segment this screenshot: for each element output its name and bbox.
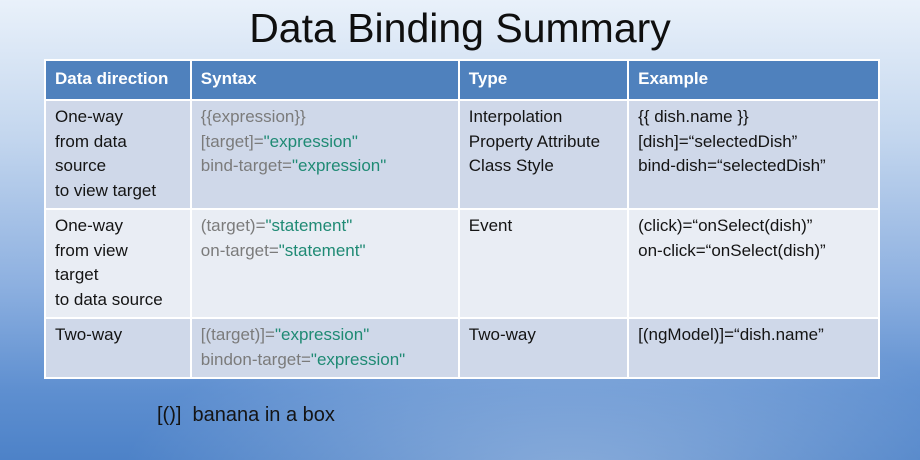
syntax-code: [(target)]=	[200, 325, 275, 344]
example-line: (click)=“onSelect(dish)”	[638, 216, 813, 235]
type-line: Property Attribute	[468, 131, 601, 151]
cell-example: [(ngModel)]=“dish.name”	[627, 317, 880, 379]
syntax-line: bindon-target="expression"	[201, 348, 449, 373]
table-row: One-way from data source to view target …	[44, 99, 880, 210]
direction-line: to data source	[55, 289, 163, 309]
syntax-code: bind-target=	[200, 156, 292, 175]
syntax-string: "expression"	[291, 156, 387, 175]
syntax-string: "statement"	[265, 216, 353, 235]
syntax-line: {{expression}}	[201, 105, 449, 130]
syntax-line: bind-target="expression"	[201, 154, 449, 179]
syntax-line: [target]="expression"	[201, 130, 449, 155]
example-line: [dish]=“selectedDish”	[638, 131, 798, 151]
type-line: Event	[468, 216, 513, 235]
cell-syntax: [(target)]="expression" bindon-target="e…	[189, 317, 460, 379]
example-line: bind-dish=“selectedDish”	[638, 156, 826, 175]
syntax-line: (target)="statement"	[201, 214, 449, 239]
cell-type: Two-way	[457, 317, 630, 379]
syntax-string: "expression"	[263, 131, 358, 151]
cell-direction: One-way from view target to data source	[44, 208, 192, 319]
header-data-direction: Data direction	[44, 59, 192, 101]
syntax-code: (target)=	[200, 216, 266, 235]
syntax-string: "expression"	[310, 349, 406, 369]
cell-syntax: {{expression}} [target]="expression" bin…	[189, 99, 460, 210]
direction-line: to view target	[55, 180, 157, 200]
direction-line: One-way	[55, 216, 124, 235]
type-line: Class Style	[468, 156, 554, 175]
example-line: [(ngModel)]=“dish.name”	[638, 325, 824, 344]
type-line: Two-way	[468, 325, 536, 344]
header-example: Example	[627, 59, 880, 101]
syntax-code: {{expression}}	[200, 107, 306, 126]
direction-line: from view	[55, 240, 128, 260]
cell-type: Interpolation Property Attribute Class S…	[457, 99, 630, 210]
example-line: {{ dish.name }}	[638, 107, 749, 126]
direction-line: target	[55, 265, 99, 284]
table-header-row: Data direction Syntax Type Example	[44, 59, 880, 101]
syntax-code: [target]=	[200, 131, 264, 151]
direction-line: Two-way	[55, 325, 123, 344]
direction-line: from data	[55, 131, 127, 151]
cell-direction: Two-way	[44, 317, 192, 379]
syntax-code: on-target=	[200, 240, 279, 260]
binding-summary-table: Data direction Syntax Type Example One-w…	[44, 59, 880, 379]
syntax-line: [(target)]="expression"	[201, 323, 449, 348]
table-row: One-way from view target to data source …	[44, 208, 880, 319]
syntax-code: bindon-target=	[200, 349, 311, 369]
cell-type: Event	[457, 208, 630, 319]
cell-example: (click)=“onSelect(dish)” on-click=“onSel…	[627, 208, 880, 319]
example-line: on-click=“onSelect(dish)”	[638, 240, 826, 260]
table-row: Two-way [(target)]="expression" bindon-t…	[44, 317, 880, 379]
cell-direction: One-way from data source to view target	[44, 99, 192, 210]
cell-example: {{ dish.name }} [dish]=“selectedDish” bi…	[627, 99, 880, 210]
type-line: Interpolation	[468, 107, 563, 126]
header-type: Type	[457, 59, 630, 101]
header-syntax: Syntax	[189, 59, 460, 101]
syntax-string: "statement"	[278, 240, 366, 260]
syntax-line: on-target="statement"	[201, 239, 449, 264]
banana-in-a-box-note: [()] banana in a box	[157, 404, 335, 426]
direction-line: One-way	[55, 107, 124, 126]
syntax-string: "expression"	[274, 325, 370, 344]
cell-syntax: (target)="statement" on-target="statemen…	[189, 208, 460, 319]
slide-title: Data Binding Summary	[249, 5, 671, 51]
direction-line: source	[55, 156, 107, 175]
